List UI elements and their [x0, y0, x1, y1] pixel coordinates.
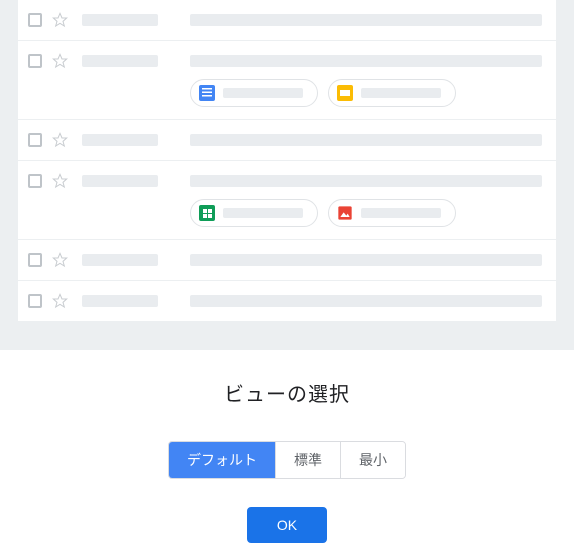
checkbox[interactable] [28, 133, 42, 147]
sender-placeholder [82, 175, 158, 187]
attachment-name-placeholder [361, 208, 441, 218]
star-icon[interactable] [52, 293, 68, 309]
email-list-preview [0, 0, 574, 350]
sheets-icon [199, 205, 215, 221]
subject-placeholder [190, 14, 542, 26]
star-icon[interactable] [52, 173, 68, 189]
star-icon[interactable] [52, 12, 68, 28]
checkbox[interactable] [28, 253, 42, 267]
sender-placeholder [82, 254, 158, 266]
slides-icon [337, 85, 353, 101]
checkbox[interactable] [28, 174, 42, 188]
sender-placeholder [82, 295, 158, 307]
sender-placeholder [82, 55, 158, 67]
docs-icon [199, 85, 215, 101]
sender-placeholder [82, 14, 158, 26]
list-row [18, 281, 556, 321]
list-row [18, 41, 556, 120]
density-segmented-control: デフォルト 標準 最小 [168, 441, 406, 479]
view-selection-panel: ビューの選択 デフォルト 標準 最小 OK [0, 350, 574, 554]
list-row [18, 120, 556, 161]
list-row [18, 161, 556, 240]
image-icon [337, 205, 353, 221]
checkbox[interactable] [28, 54, 42, 68]
attachment-name-placeholder [223, 208, 303, 218]
density-option-compact[interactable]: 最小 [341, 442, 405, 478]
star-icon[interactable] [52, 252, 68, 268]
subject-placeholder [190, 254, 542, 266]
checkbox[interactable] [28, 294, 42, 308]
attachment-name-placeholder [361, 88, 441, 98]
star-icon[interactable] [52, 53, 68, 69]
subject-placeholder [190, 175, 542, 187]
star-icon[interactable] [52, 132, 68, 148]
checkbox[interactable] [28, 13, 42, 27]
density-option-default[interactable]: デフォルト [169, 442, 276, 478]
list-row [18, 240, 556, 281]
attachment-chip[interactable] [328, 199, 456, 227]
density-option-standard[interactable]: 標準 [276, 442, 341, 478]
subject-placeholder [190, 295, 542, 307]
attachment-name-placeholder [223, 88, 303, 98]
list-row [18, 0, 556, 41]
attachment-chip[interactable] [190, 79, 318, 107]
subject-placeholder [190, 134, 542, 146]
subject-placeholder [190, 55, 542, 67]
dialog-title: ビューの選択 [224, 378, 350, 407]
sender-placeholder [82, 134, 158, 146]
attachment-chip[interactable] [190, 199, 318, 227]
ok-button[interactable]: OK [247, 507, 327, 543]
attachment-chip[interactable] [328, 79, 456, 107]
